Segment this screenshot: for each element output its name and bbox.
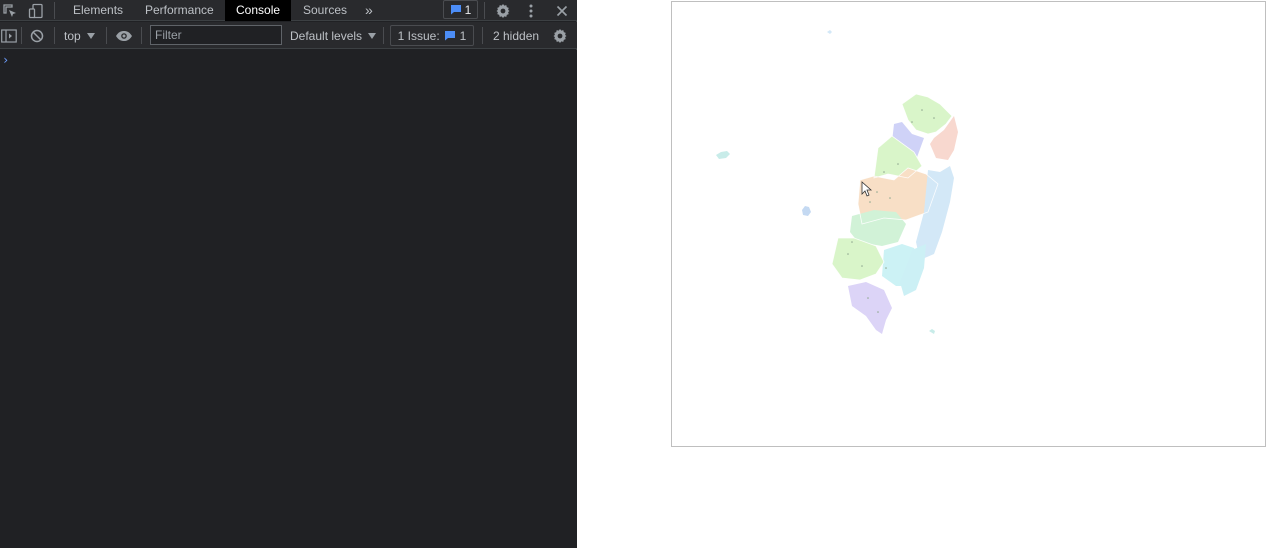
console-output[interactable]: › [0,50,577,548]
issues-label: 1 Issue: [397,28,440,43]
device-toolbar-icon[interactable] [26,0,46,21]
page-viewport [578,0,1280,548]
console-prompt-icon[interactable]: › [2,53,9,67]
tab-elements[interactable]: Elements [62,0,134,21]
kebab-icon[interactable] [522,0,540,21]
taiwan-map[interactable] [672,2,1265,446]
tabbar-separator [54,2,55,19]
log-levels-label: Default levels [290,28,363,43]
message-icon [450,5,461,15]
context-label: top [64,28,81,43]
penghu-island[interactable] [716,151,730,159]
message-badge[interactable]: 1 [443,0,478,19]
tab-performance[interactable]: Performance [134,0,225,21]
toolbar-separator [54,27,55,44]
message-icon [444,31,455,41]
devtools-tabbar: Elements Performance Console Sources » 1 [0,0,577,21]
inspect-element-icon[interactable] [1,0,19,21]
eye-icon[interactable] [114,22,134,49]
issues-count: 1 [459,28,467,43]
close-icon[interactable] [552,0,572,21]
filter-input[interactable] [150,25,282,45]
chevron-down-icon [368,32,377,39]
tab-sources[interactable]: Sources [292,0,358,21]
toolbar-separator [383,27,384,44]
console-toolbar: top Default levels 1 Issue: 1 2 hidde [0,22,577,49]
toolbar-separator [482,27,483,44]
toolbar-separator [141,27,142,44]
issues-button[interactable]: 1 Issue: 1 [390,25,474,46]
toolbar-separator [21,27,22,44]
devtools-panel: Elements Performance Console Sources » 1 [0,0,577,548]
hidden-messages-count: 2 hidden [493,28,540,43]
region-taipei[interactable] [902,94,952,134]
tab-console[interactable]: Console [225,0,292,21]
more-tabs-icon[interactable]: » [354,0,384,21]
context-selector[interactable]: top [64,22,95,49]
region-pingtung[interactable] [848,282,892,334]
sidebar-toggle-icon[interactable] [0,22,18,49]
kinmen-island[interactable] [802,206,811,216]
console-settings-gear-icon[interactable] [551,22,569,49]
tabbar-separator [484,2,485,19]
log-levels-dropdown[interactable]: Default levels [290,22,377,49]
toolbar-separator [106,27,107,44]
map-container[interactable] [671,1,1266,447]
clear-console-icon[interactable] [28,22,46,49]
lanyu-island[interactable] [929,329,935,334]
chevron-down-icon [86,32,95,39]
gear-icon[interactable] [493,0,513,21]
matsu-island[interactable] [827,30,832,34]
message-count: 1 [464,2,472,17]
